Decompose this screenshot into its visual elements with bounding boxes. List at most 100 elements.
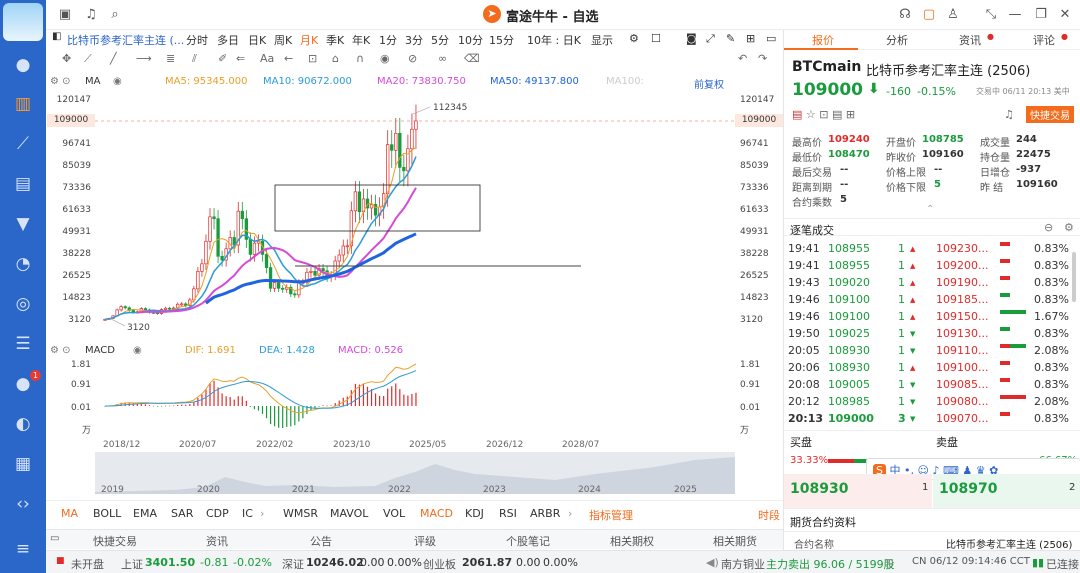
lock-icon[interactable]: ⌂ [332,52,339,65]
undo-icon[interactable]: ↶ [738,52,747,65]
funnel-icon[interactable]: ▼ [11,213,35,235]
watchlist-icon[interactable]: ▥ [11,93,35,115]
tab-info[interactable]: 资讯 [959,32,981,48]
indicator-sar[interactable]: SAR [171,507,193,520]
ask-row[interactable]: 108970 2 [933,474,1080,508]
tab-timeframe[interactable]: 多日 [217,32,239,48]
move-icon[interactable]: ✥ [62,52,71,65]
arrow-left-icon[interactable]: ⇐ [236,52,245,65]
brush-icon[interactable]: ✐ [218,52,227,65]
tab-timeframe[interactable]: 15分 [489,32,514,48]
line-tool-icon[interactable]: ╱ [110,52,117,65]
indicator-macd[interactable]: MACD [420,507,453,520]
sz-label[interactable]: 深证 [282,556,304,572]
checkbox-icon[interactable]: ☐ [651,32,661,45]
moon-icon[interactable]: ◐ [11,413,35,435]
code-icon[interactable]: ‹› [11,493,35,515]
redo-icon[interactable]: ↷ [758,52,767,65]
star-icon[interactable]: ☆ [806,108,816,121]
scrollbar[interactable] [1072,252,1076,302]
eye-icon[interactable]: ◉ [380,52,390,65]
tab-timeframe[interactable]: 5分 [431,32,449,48]
arrow-tool-icon[interactable]: ← [284,52,293,65]
delete-icon[interactable]: ⌫ [464,52,480,65]
bell-icon[interactable]: ♫ [82,6,100,24]
window-icon[interactable]: ▭ [766,32,776,45]
tab-notes[interactable]: 个股笔记 [506,533,550,549]
ruler-icon[interactable]: ⊡ [308,52,317,65]
grid-icon[interactable]: ⊞ [746,32,755,45]
tab-related-options[interactable]: 相关期权 [610,533,654,549]
news-icon[interactable]: ◎ [11,293,35,315]
channel-icon[interactable]: ⫽ [192,52,197,66]
bid-row[interactable]: 108930 1 [784,474,932,508]
market-icon[interactable]: ⟋ [11,133,35,155]
pie-chart-icon[interactable]: ◔ [11,253,35,275]
tab-timeframe[interactable]: 日K [248,32,266,48]
note-icon[interactable]: ▤ [832,108,842,121]
collapse-icon[interactable]: ⤡ [982,6,1000,24]
indicator-cdp[interactable]: CDP [206,507,229,520]
close-icon[interactable]: ✕ [1056,6,1074,24]
session-selector[interactable]: 时段 [758,507,780,523]
macd-chart[interactable] [95,358,735,438]
candlestick-chart[interactable]: 112345 3120 [95,90,735,335]
period-selector[interactable]: 10年 : 日K [527,32,581,48]
indicator-wmsr[interactable]: WMSR [283,507,318,520]
shirt-icon[interactable]: ♙ [944,6,962,24]
bell-icon[interactable]: ♫ [1004,108,1014,121]
text-tool-icon[interactable]: Aa [260,52,274,65]
indicator-boll[interactable]: BOLL [93,507,121,520]
panel-toggle-icon[interactable]: ◧ [52,31,61,42]
fib-icon[interactable]: ≣ [166,52,175,65]
more-icon[interactable]: ⊖ [1044,221,1053,234]
tab-related-futures[interactable]: 相关期货 [713,533,757,549]
tab-timeframe[interactable]: 3分 [405,32,423,48]
indicator-ic[interactable]: IC [242,507,253,520]
indicator-kdj[interactable]: KDJ [465,507,484,520]
cy-label[interactable]: 创业板 [423,556,456,572]
pen-icon[interactable]: ✎ [726,32,735,45]
tab-announcements[interactable]: 公告 [310,533,332,549]
display-menu[interactable]: 显示 [591,32,613,48]
document-icon[interactable]: ☰ [11,333,35,355]
symbol-selector[interactable]: 比特币参考汇率主连 (... [67,32,184,48]
tab-timeframe[interactable]: 周K [274,32,292,48]
indicator-vol[interactable]: VOL [383,507,405,520]
link-icon[interactable]: ∞ [438,52,447,65]
sh-label[interactable]: 上证 [121,556,143,572]
settings-icon[interactable]: ⚙ ⊙ [50,76,71,87]
tab-quote[interactable]: 报价 [812,32,834,48]
tab-timeframe[interactable]: 分时 [186,32,208,48]
tab-timeframe[interactable]: 年K [352,32,370,48]
menu-icon[interactable]: ≡ [11,538,35,560]
tab-timeframe[interactable]: 1分 [379,32,397,48]
indicator-mavol[interactable]: MAVOL [330,507,368,520]
headset-icon[interactable]: ☊ [896,6,914,24]
user-icon[interactable]: ● [11,54,35,76]
magnet-icon[interactable]: ∩ [356,52,364,65]
trendline-icon[interactable]: ⟋ [84,52,92,66]
minimize-icon[interactable]: — [1006,6,1024,24]
visibility-icon[interactable]: ⊘ [408,52,417,65]
indicator-rsi[interactable]: RSI [499,507,517,520]
indicator-ma[interactable]: MA [61,507,78,520]
layout-icon[interactable]: ▣ [56,6,74,24]
tab-analysis[interactable]: 分析 [886,32,908,48]
tab-timeframe[interactable]: 10分 [458,32,483,48]
scroll-right-icon[interactable]: › [260,507,264,520]
macd-label[interactable]: MACD [85,345,115,356]
share-icon[interactable]: ⊞ [846,108,855,121]
tab-quick-trade[interactable]: 快捷交易 [93,533,137,549]
search-icon[interactable]: ⌕ [106,6,124,24]
game-icon[interactable]: ▦ [11,453,35,475]
tab-timeframe[interactable]: 季K [326,32,344,48]
alert-icon[interactable]: ⊡ [819,108,828,121]
news-stock[interactable]: 南方铜业 [721,556,765,572]
tab-news[interactable]: 资讯 [206,533,228,549]
eye-icon[interactable]: ◉ [113,76,122,87]
ray-icon[interactable]: ⟶ [136,52,152,65]
chevron-up-icon[interactable]: ⌃ [926,204,934,215]
tab-comments[interactable]: 评论 [1033,32,1055,48]
portfolio-icon[interactable]: ▤ [11,173,35,195]
